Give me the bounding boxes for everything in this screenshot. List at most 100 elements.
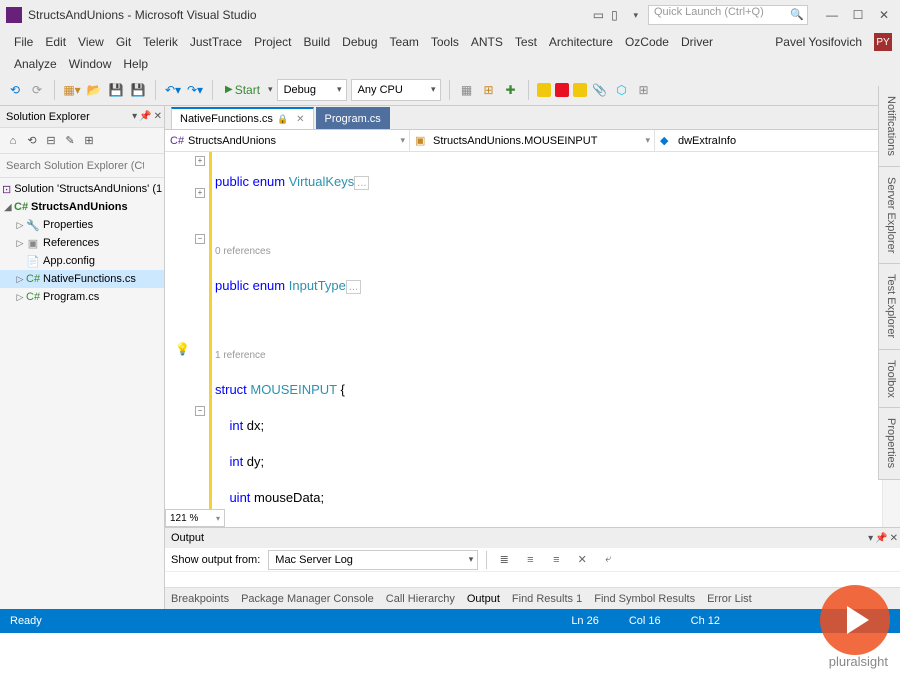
back-button[interactable]: ⟲: [6, 81, 24, 99]
menu-view[interactable]: View: [72, 35, 110, 49]
menu-window[interactable]: Window: [63, 57, 118, 71]
menu-file[interactable]: File: [8, 35, 39, 49]
tree-item[interactable]: 📄App.config: [0, 252, 164, 270]
dropdown-icon[interactable]: ▾: [868, 533, 873, 544]
nav-project[interactable]: C#StructsAndUnions: [165, 130, 410, 151]
platform-combo[interactable]: Any CPU: [351, 79, 441, 101]
code-text[interactable]: public enum VirtualKeys... 0 references …: [211, 152, 882, 527]
minimize-button[interactable]: —: [822, 8, 842, 22]
menu-telerik[interactable]: Telerik: [137, 35, 184, 49]
tool-icon[interactable]: ⬡: [613, 81, 631, 99]
save-button[interactable]: 💾: [107, 81, 125, 99]
tool-icon[interactable]: ✎: [62, 133, 78, 149]
btab-breakpoints[interactable]: Breakpoints: [171, 593, 229, 605]
menu-justtrace[interactable]: JustTrace: [184, 35, 248, 49]
nav-member[interactable]: ◆dwExtraInfo: [655, 130, 900, 151]
menu-edit[interactable]: Edit: [39, 35, 72, 49]
solution-node[interactable]: ⊡Solution 'StructsAndUnions' (1 project): [0, 180, 164, 198]
zoom-combo[interactable]: 121 %: [165, 509, 225, 527]
open-file-button[interactable]: 📂: [85, 81, 103, 99]
color-chip[interactable]: [555, 83, 569, 97]
tree-item[interactable]: ▷▣References: [0, 234, 164, 252]
project-node[interactable]: ◢C#StructsAndUnions: [0, 198, 164, 216]
close-icon[interactable]: ✕: [296, 114, 304, 125]
tool-icon[interactable]: ✚: [502, 81, 520, 99]
output-source-combo[interactable]: Mac Server Log: [268, 550, 478, 570]
menu-project[interactable]: Project: [248, 35, 297, 49]
pin-icon[interactable]: 📌: [139, 111, 151, 122]
close-icon[interactable]: ✕: [154, 111, 162, 122]
tool-icon[interactable]: ≣: [495, 553, 513, 566]
forward-button[interactable]: ⟳: [28, 81, 46, 99]
clear-icon[interactable]: ✕: [573, 553, 591, 566]
user-label[interactable]: Pavel Yosifovich: [769, 35, 868, 49]
close-icon[interactable]: ✕: [890, 533, 898, 544]
menu-debug[interactable]: Debug: [336, 35, 383, 49]
tab-inactive[interactable]: Program.cs: [316, 107, 390, 129]
config-combo[interactable]: Debug: [277, 79, 347, 101]
nav-type[interactable]: ▣StructsAndUnions.MOUSEINPUT: [410, 130, 655, 151]
solution-search[interactable]: [0, 154, 164, 178]
start-button[interactable]: Start: [221, 83, 264, 97]
quick-launch-input[interactable]: Quick Launch (Ctrl+Q) 🔍: [648, 5, 808, 25]
undo-button[interactable]: ↶▾: [164, 81, 182, 99]
menu-driver[interactable]: Driver: [675, 35, 719, 49]
menu-analyze[interactable]: Analyze: [8, 57, 63, 71]
wrap-icon[interactable]: ⤶: [599, 553, 617, 566]
menu-team[interactable]: Team: [384, 35, 425, 49]
redo-button[interactable]: ↷▾: [186, 81, 204, 99]
new-project-button[interactable]: ▦▾: [63, 81, 81, 99]
tool-icon[interactable]: ▦: [458, 81, 476, 99]
pin-icon[interactable]: 📌: [875, 533, 887, 544]
dropdown-icon[interactable]: ▾: [633, 10, 638, 21]
fold-button[interactable]: −: [195, 234, 205, 244]
tool-icon[interactable]: ⊞: [635, 81, 653, 99]
solution-search-input[interactable]: [0, 154, 164, 178]
sidetab-serverexplorer[interactable]: Server Explorer: [879, 167, 900, 264]
tree-item-selected[interactable]: ▷C#NativeFunctions.cs: [0, 270, 164, 288]
tree-item[interactable]: ▷C#Program.cs: [0, 288, 164, 306]
menu-ants[interactable]: ANTS: [465, 35, 509, 49]
fold-button[interactable]: +: [195, 156, 205, 166]
btab-output[interactable]: Output: [467, 593, 500, 605]
btab-find1[interactable]: Find Results 1: [512, 593, 582, 605]
color-chip[interactable]: [573, 83, 587, 97]
color-chip[interactable]: [537, 83, 551, 97]
tool-icon[interactable]: ⊞: [81, 133, 97, 149]
sidetab-toolbox[interactable]: Toolbox: [879, 350, 900, 409]
save-all-button[interactable]: 💾: [129, 81, 147, 99]
tool-icon[interactable]: ≡: [521, 554, 539, 566]
fold-button[interactable]: −: [195, 406, 205, 416]
tool-icon[interactable]: 📎: [591, 81, 609, 99]
tab-active[interactable]: NativeFunctions.cs🔒✕: [171, 107, 314, 129]
fold-button[interactable]: +: [195, 188, 205, 198]
menu-git[interactable]: Git: [110, 35, 137, 49]
tree-item[interactable]: ▷🔧Properties: [0, 216, 164, 234]
collapse-icon[interactable]: ⊟: [43, 133, 59, 149]
sidetab-notifications[interactable]: Notifications: [879, 86, 900, 167]
home-icon[interactable]: ⌂: [5, 133, 21, 149]
sidetab-properties[interactable]: Properties: [879, 408, 900, 479]
menu-build[interactable]: Build: [297, 35, 336, 49]
code-area[interactable]: + + − 💡 − public enum VirtualKeys... 0 r…: [165, 152, 900, 527]
btab-callhierarchy[interactable]: Call Hierarchy: [386, 593, 455, 605]
close-button[interactable]: ✕: [874, 8, 894, 22]
maximize-button[interactable]: ☐: [848, 8, 868, 22]
menu-test[interactable]: Test: [509, 35, 543, 49]
menu-tools[interactable]: Tools: [425, 35, 465, 49]
btab-pmc[interactable]: Package Manager Console: [241, 593, 374, 605]
layout-icon[interactable]: ▭: [591, 8, 605, 22]
btab-findsymbol[interactable]: Find Symbol Results: [594, 593, 695, 605]
menu-help[interactable]: Help: [117, 57, 154, 71]
tool-icon[interactable]: ≡: [547, 554, 565, 566]
play-button[interactable]: [820, 585, 890, 655]
tool-icon[interactable]: ⟲: [24, 133, 40, 149]
sidetab-testexplorer[interactable]: Test Explorer: [879, 264, 900, 349]
user-badge[interactable]: PY: [874, 33, 892, 51]
dropdown-icon[interactable]: ▾: [132, 111, 137, 122]
menu-architecture[interactable]: Architecture: [543, 35, 619, 49]
layout-icon2[interactable]: ▯: [607, 8, 621, 22]
tool-icon[interactable]: ⊞: [480, 81, 498, 99]
btab-errorlist[interactable]: Error List: [707, 593, 752, 605]
search-icon[interactable]: 🔍: [790, 8, 804, 21]
